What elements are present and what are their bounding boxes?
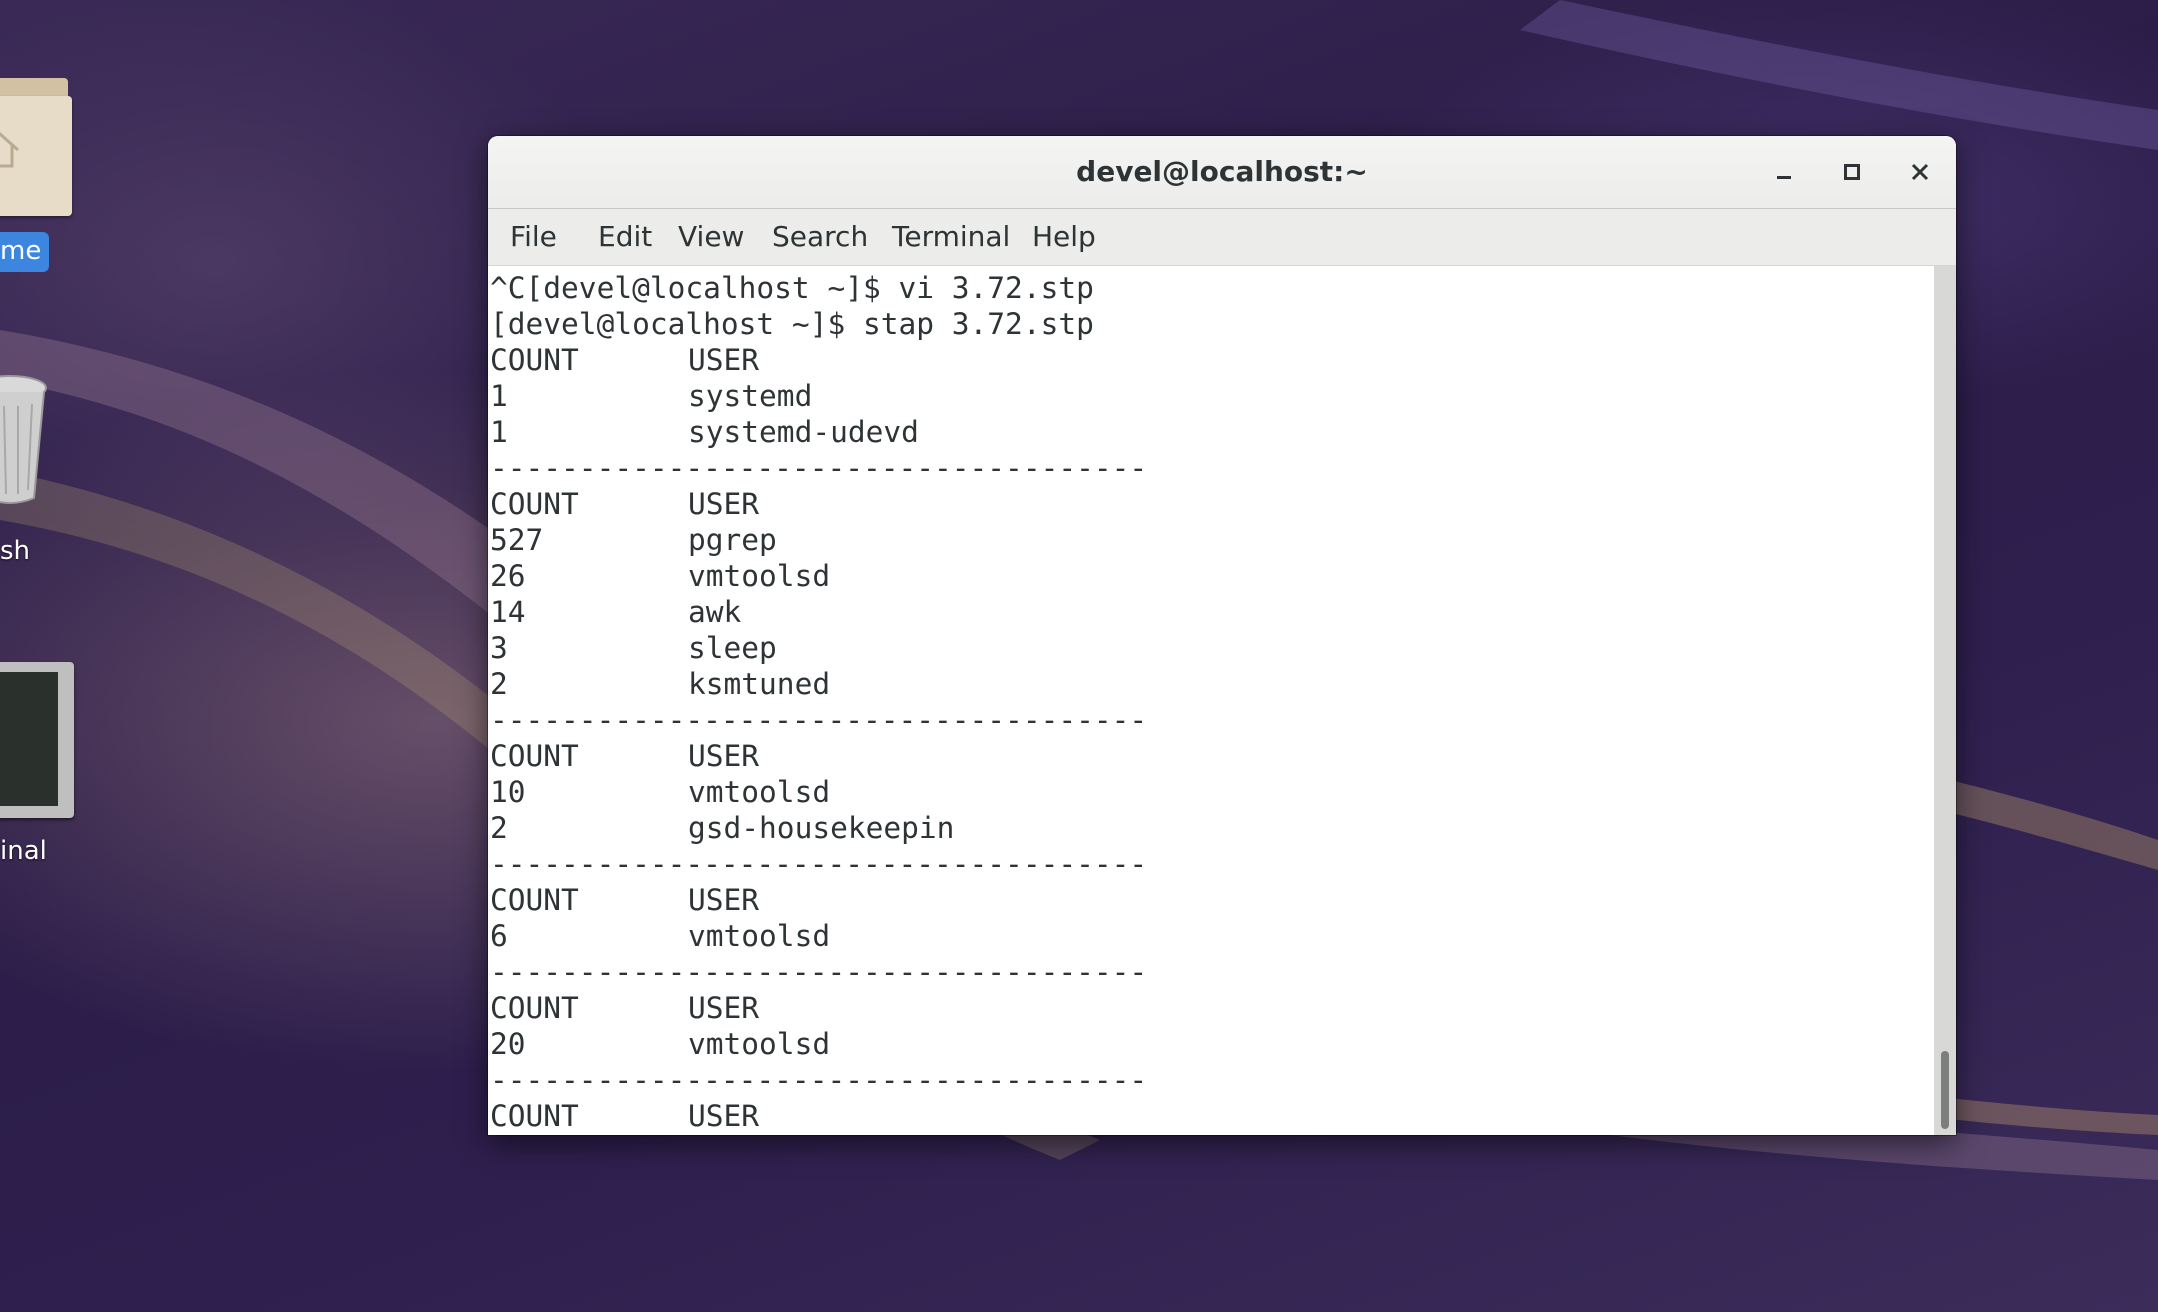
count-cell: 14 bbox=[490, 595, 526, 629]
user-cell: systemd-udevd bbox=[688, 415, 919, 449]
terminal-launcher-icon[interactable] bbox=[0, 662, 74, 818]
user-cell: vmtoolsd bbox=[688, 1027, 831, 1061]
close-icon bbox=[1911, 163, 1929, 181]
terminal-table-row: COUNT USER bbox=[490, 342, 759, 378]
terminal-table-row: COUNT USER bbox=[490, 1098, 759, 1134]
terminal-line: ------------------------------------- bbox=[490, 703, 1148, 737]
user-cell: USER bbox=[688, 343, 760, 377]
terminal-table-row: COUNT USER bbox=[490, 882, 759, 918]
terminal-table-row: 26 vmtoolsd bbox=[490, 558, 830, 594]
user-cell: gsd-housekeepin bbox=[688, 811, 955, 845]
terminal-table-row: 20 vmtoolsd bbox=[490, 1026, 830, 1062]
terminal-table-row: COUNT USER bbox=[490, 738, 759, 774]
count-cell: 1 bbox=[490, 415, 508, 449]
terminal-line: [devel@localhost ~]$ stap 3.72.stp bbox=[490, 307, 1094, 341]
user-cell: pgrep bbox=[688, 523, 777, 557]
menu-view[interactable]: View bbox=[662, 209, 760, 265]
terminal-table-row: 6 vmtoolsd bbox=[490, 918, 830, 954]
window-titlebar[interactable]: devel@localhost:~ bbox=[488, 136, 1956, 209]
trash-icon-label[interactable]: sh bbox=[0, 536, 30, 566]
count-cell: COUNT bbox=[490, 487, 579, 521]
count-cell: COUNT bbox=[490, 991, 579, 1025]
user-cell: awk bbox=[688, 595, 742, 629]
trash-icon[interactable] bbox=[0, 370, 54, 510]
user-cell: USER bbox=[688, 883, 760, 917]
terminal-window[interactable]: devel@localhost:~ File Edit View Search … bbox=[488, 136, 1956, 1135]
menu-help[interactable]: Help bbox=[1016, 209, 1112, 265]
count-cell: 6 bbox=[490, 919, 508, 953]
count-cell: 20 bbox=[490, 1027, 526, 1061]
count-cell: COUNT bbox=[490, 343, 579, 377]
user-cell: sleep bbox=[688, 631, 777, 665]
terminal-line: ------------------------------------- bbox=[490, 451, 1148, 485]
count-cell: 26 bbox=[490, 559, 526, 593]
minimize-icon bbox=[1777, 176, 1791, 179]
terminal-table-row: 2 gsd-housekeepin bbox=[490, 810, 954, 846]
count-cell: 527 bbox=[490, 523, 544, 557]
user-cell: USER bbox=[688, 1099, 760, 1133]
menu-file[interactable]: File bbox=[494, 209, 573, 265]
terminal-table-row: 1 systemd-udevd bbox=[490, 414, 919, 450]
close-button[interactable] bbox=[1898, 150, 1942, 194]
user-cell: systemd bbox=[688, 379, 813, 413]
maximize-button[interactable] bbox=[1830, 150, 1874, 194]
terminal-table-row: 1 systemd bbox=[490, 378, 812, 414]
maximize-icon bbox=[1844, 164, 1860, 180]
user-cell: USER bbox=[688, 487, 760, 521]
count-cell: 10 bbox=[490, 775, 526, 809]
menubar: File Edit View Search Terminal Help bbox=[488, 209, 1956, 266]
menu-search[interactable]: Search bbox=[756, 209, 884, 265]
user-cell: USER bbox=[688, 991, 760, 1025]
terminal-line: ------------------------------------- bbox=[490, 1063, 1148, 1097]
window-title: devel@localhost:~ bbox=[1076, 155, 1368, 188]
minimize-button[interactable] bbox=[1762, 150, 1806, 194]
terminal-output[interactable]: ^C[devel@localhost ~]$ vi 3.72.stp [devel… bbox=[488, 266, 1934, 1135]
terminal-table-row: 10 vmtoolsd bbox=[490, 774, 830, 810]
home-folder-icon[interactable] bbox=[0, 78, 72, 218]
user-cell: vmtoolsd bbox=[688, 775, 831, 809]
count-cell: 1 bbox=[490, 379, 508, 413]
count-cell: 3 bbox=[490, 631, 508, 665]
terminal-screen bbox=[0, 672, 58, 806]
user-cell: ksmtuned bbox=[688, 667, 831, 701]
scrollbar-thumb[interactable] bbox=[1941, 1051, 1949, 1129]
terminal-table-row: 3 sleep bbox=[490, 630, 777, 666]
terminal-table-row: 527 pgrep bbox=[490, 522, 777, 558]
terminal-line: ^C[devel@localhost ~]$ vi 3.72.stp bbox=[490, 271, 1094, 305]
user-cell: vmtoolsd bbox=[688, 919, 831, 953]
terminal-table-row: 2 ksmtuned bbox=[490, 666, 830, 702]
terminal-line: ------------------------------------- bbox=[490, 847, 1148, 881]
menu-terminal[interactable]: Terminal bbox=[876, 209, 1026, 265]
count-cell: 2 bbox=[490, 811, 508, 845]
menu-edit[interactable]: Edit bbox=[582, 209, 668, 265]
terminal-scrollbar[interactable] bbox=[1934, 266, 1956, 1135]
home-icon-label[interactable]: me bbox=[0, 232, 50, 272]
count-cell: 2 bbox=[490, 667, 508, 701]
user-cell: USER bbox=[688, 739, 760, 773]
terminal-table-row: COUNT USER bbox=[490, 990, 759, 1026]
terminal-icon-label[interactable]: inal bbox=[0, 836, 47, 866]
user-cell: vmtoolsd bbox=[688, 559, 831, 593]
trash-can-graphic bbox=[0, 375, 47, 504]
terminal-table-row: 14 awk bbox=[490, 594, 741, 630]
terminal-table-row: COUNT USER bbox=[490, 486, 759, 522]
count-cell: COUNT bbox=[490, 739, 579, 773]
terminal-line: ------------------------------------- bbox=[490, 955, 1148, 989]
count-cell: COUNT bbox=[490, 1099, 579, 1133]
house-icon bbox=[0, 131, 19, 168]
count-cell: COUNT bbox=[490, 883, 579, 917]
